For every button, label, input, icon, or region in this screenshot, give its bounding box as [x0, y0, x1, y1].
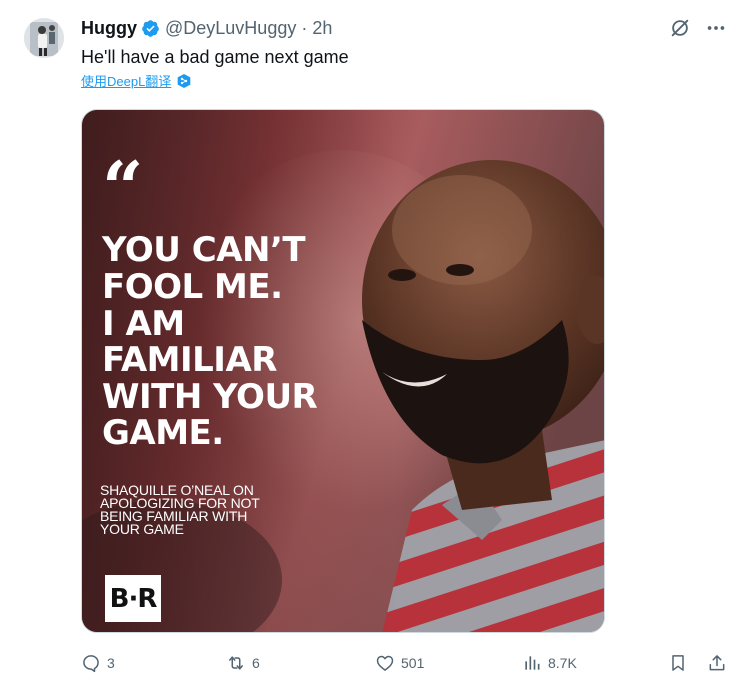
quote-line: FAMILIAR: [102, 340, 277, 380]
top-actions: [668, 16, 728, 40]
views-button[interactable]: 8.7K: [522, 651, 577, 675]
bookmark-icon: [672, 655, 684, 671]
separator-dot: ·: [301, 17, 308, 38]
retweet-button[interactable]: 6: [226, 651, 260, 675]
caption-line: YOUR GAME: [100, 521, 184, 537]
tweet-media-image[interactable]: “ YOU CAN’T FOOL ME. I AM FAMILIAR WITH …: [81, 109, 605, 633]
translate-link[interactable]: 使用DeepL翻译: [81, 71, 171, 90]
share-icon: [709, 655, 725, 671]
quote-line: YOU CAN’T: [102, 230, 306, 270]
share-button[interactable]: [707, 651, 727, 675]
action-bar: 3 6 501 8.7K: [81, 651, 733, 675]
bookmark-button[interactable]: [668, 651, 688, 675]
deepl-icon[interactable]: [176, 73, 192, 89]
tweet-header: Huggy @DeyLuvHuggy · 2h: [81, 16, 332, 40]
avatar-photo-icon: [24, 18, 64, 58]
quote-line: WITH YOUR: [102, 377, 318, 417]
verified-badge-icon: [142, 19, 159, 37]
quote-line: I AM: [102, 304, 185, 344]
retweet-count: 6: [252, 655, 260, 671]
handle[interactable]: @DeyLuvHuggy: [165, 18, 296, 39]
quote-mark: “: [102, 158, 144, 204]
reply-count: 3: [107, 655, 115, 671]
grok-button[interactable]: [668, 16, 692, 40]
grok-icon: [671, 19, 689, 37]
tweet: Huggy @DeyLuvHuggy · 2h He'll have a bad…: [0, 0, 746, 690]
quote-line: FOOL ME.: [102, 267, 283, 307]
heart-icon: [376, 655, 394, 671]
translate-row: 使用DeepL翻译: [81, 71, 192, 90]
avatar[interactable]: [24, 18, 64, 58]
reply-button[interactable]: 3: [81, 651, 115, 675]
more-dots-icon: [707, 26, 725, 30]
quote-line: GAME.: [102, 413, 224, 453]
analytics-bars-icon: [525, 656, 540, 670]
like-button[interactable]: 501: [375, 651, 424, 675]
timestamp[interactable]: 2h: [312, 18, 332, 39]
display-name[interactable]: Huggy: [81, 18, 137, 39]
tweet-text: He'll have a bad game next game: [81, 47, 349, 67]
bleacher-report-logo: B·R: [105, 575, 161, 622]
like-count: 501: [401, 655, 425, 671]
more-options-button[interactable]: [704, 16, 728, 40]
retweet-icon: [229, 656, 243, 670]
reply-icon: [83, 655, 99, 673]
view-count: 8.7K: [548, 655, 577, 671]
